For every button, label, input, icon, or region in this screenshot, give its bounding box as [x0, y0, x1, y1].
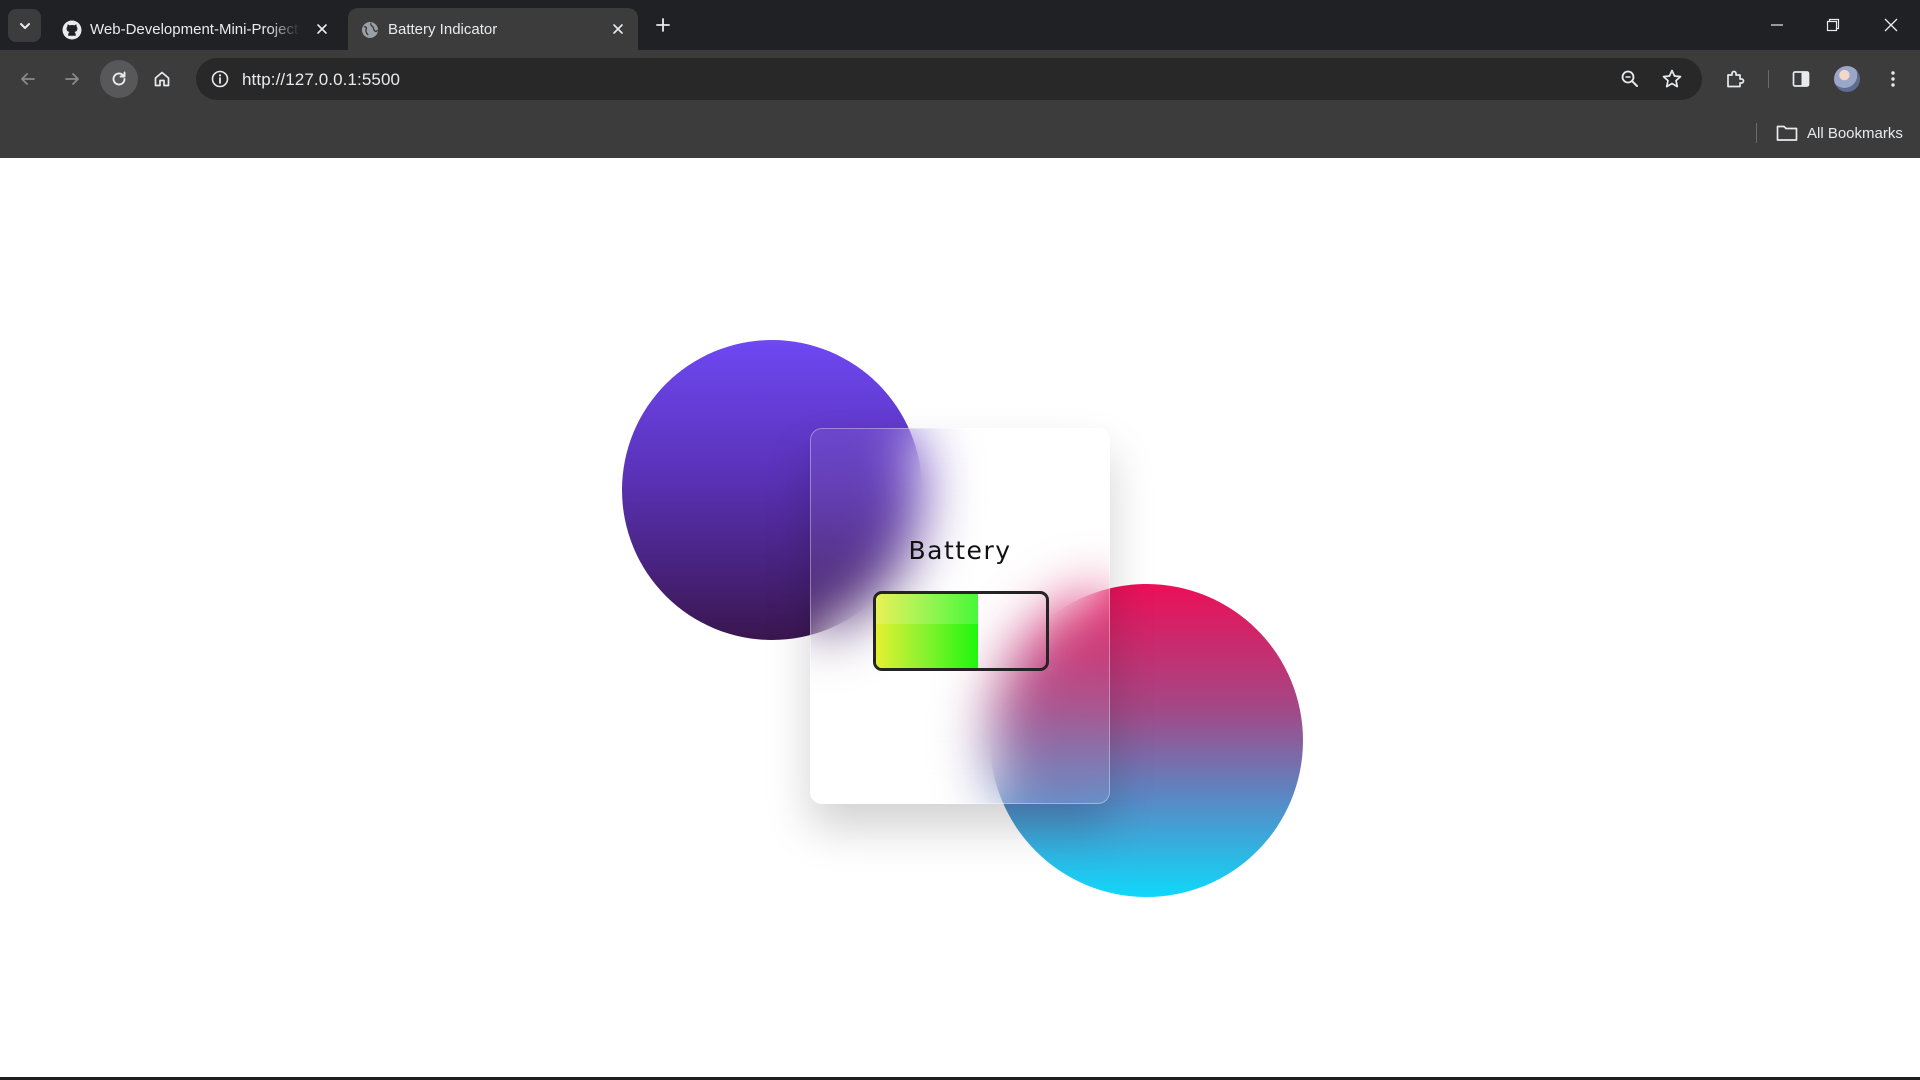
bookmarks-divider [1756, 123, 1757, 143]
home-icon [154, 71, 170, 87]
star-icon[interactable] [1660, 67, 1684, 91]
forward-button[interactable] [55, 62, 89, 96]
more-vertical-icon [1891, 71, 1895, 87]
restore-icon [1826, 18, 1840, 32]
tab-battery-indicator[interactable]: Battery Indicator [348, 8, 638, 50]
close-icon [1884, 18, 1898, 32]
browser-toolbar: http://127.0.0.1:5500 All Bookmarks [0, 50, 1920, 158]
tab-search-button[interactable] [8, 9, 41, 42]
all-bookmarks-button[interactable]: All Bookmarks [1776, 120, 1903, 146]
tab-strip: Web-Development-Mini-Projects Battery In… [0, 0, 1920, 50]
tab-title: Battery Indicator [388, 21, 498, 38]
arrow-left-icon [21, 73, 35, 85]
home-button[interactable] [145, 62, 179, 96]
site-info-icon[interactable] [204, 63, 236, 95]
restore-button[interactable] [1820, 12, 1846, 38]
extensions-button[interactable] [1718, 62, 1752, 96]
globe-icon [360, 20, 380, 40]
page-viewport: Battery [0, 158, 1920, 1080]
reload-button[interactable] [100, 60, 138, 98]
chevron-down-icon [19, 22, 30, 29]
all-bookmarks-label: All Bookmarks [1807, 124, 1903, 142]
menu-button[interactable] [1876, 62, 1910, 96]
arrow-right-icon [65, 73, 79, 85]
folder-icon [1776, 125, 1798, 141]
close-icon[interactable] [608, 19, 628, 39]
zoom-icon[interactable] [1618, 67, 1642, 91]
toolbar-divider [1768, 70, 1769, 88]
profile-avatar[interactable] [1834, 66, 1860, 92]
plus-icon [656, 18, 670, 32]
bookmarks-bar: All Bookmarks [0, 108, 1920, 158]
address-bar[interactable]: http://127.0.0.1:5500 [196, 58, 1702, 100]
puzzle-icon [1727, 70, 1745, 88]
reload-icon [112, 71, 126, 86]
tab-github[interactable]: Web-Development-Mini-Projects [50, 8, 342, 50]
card-title: Battery [908, 536, 1012, 565]
back-button[interactable] [11, 62, 45, 96]
new-tab-button[interactable] [652, 14, 674, 36]
battery-indicator [873, 591, 1049, 671]
url-text[interactable]: http://127.0.0.1:5500 [242, 70, 400, 90]
minimize-button[interactable] [1764, 12, 1790, 38]
minimize-icon [1771, 24, 1783, 26]
close-window-button[interactable] [1878, 12, 1904, 38]
tab-title: Web-Development-Mini-Projects [90, 21, 300, 38]
battery-card: Battery [810, 428, 1110, 804]
github-icon [62, 20, 82, 40]
side-panel-icon [1792, 71, 1810, 87]
battery-level-fill [876, 594, 978, 668]
side-panel-button[interactable] [1784, 62, 1818, 96]
close-icon[interactable] [312, 19, 332, 39]
